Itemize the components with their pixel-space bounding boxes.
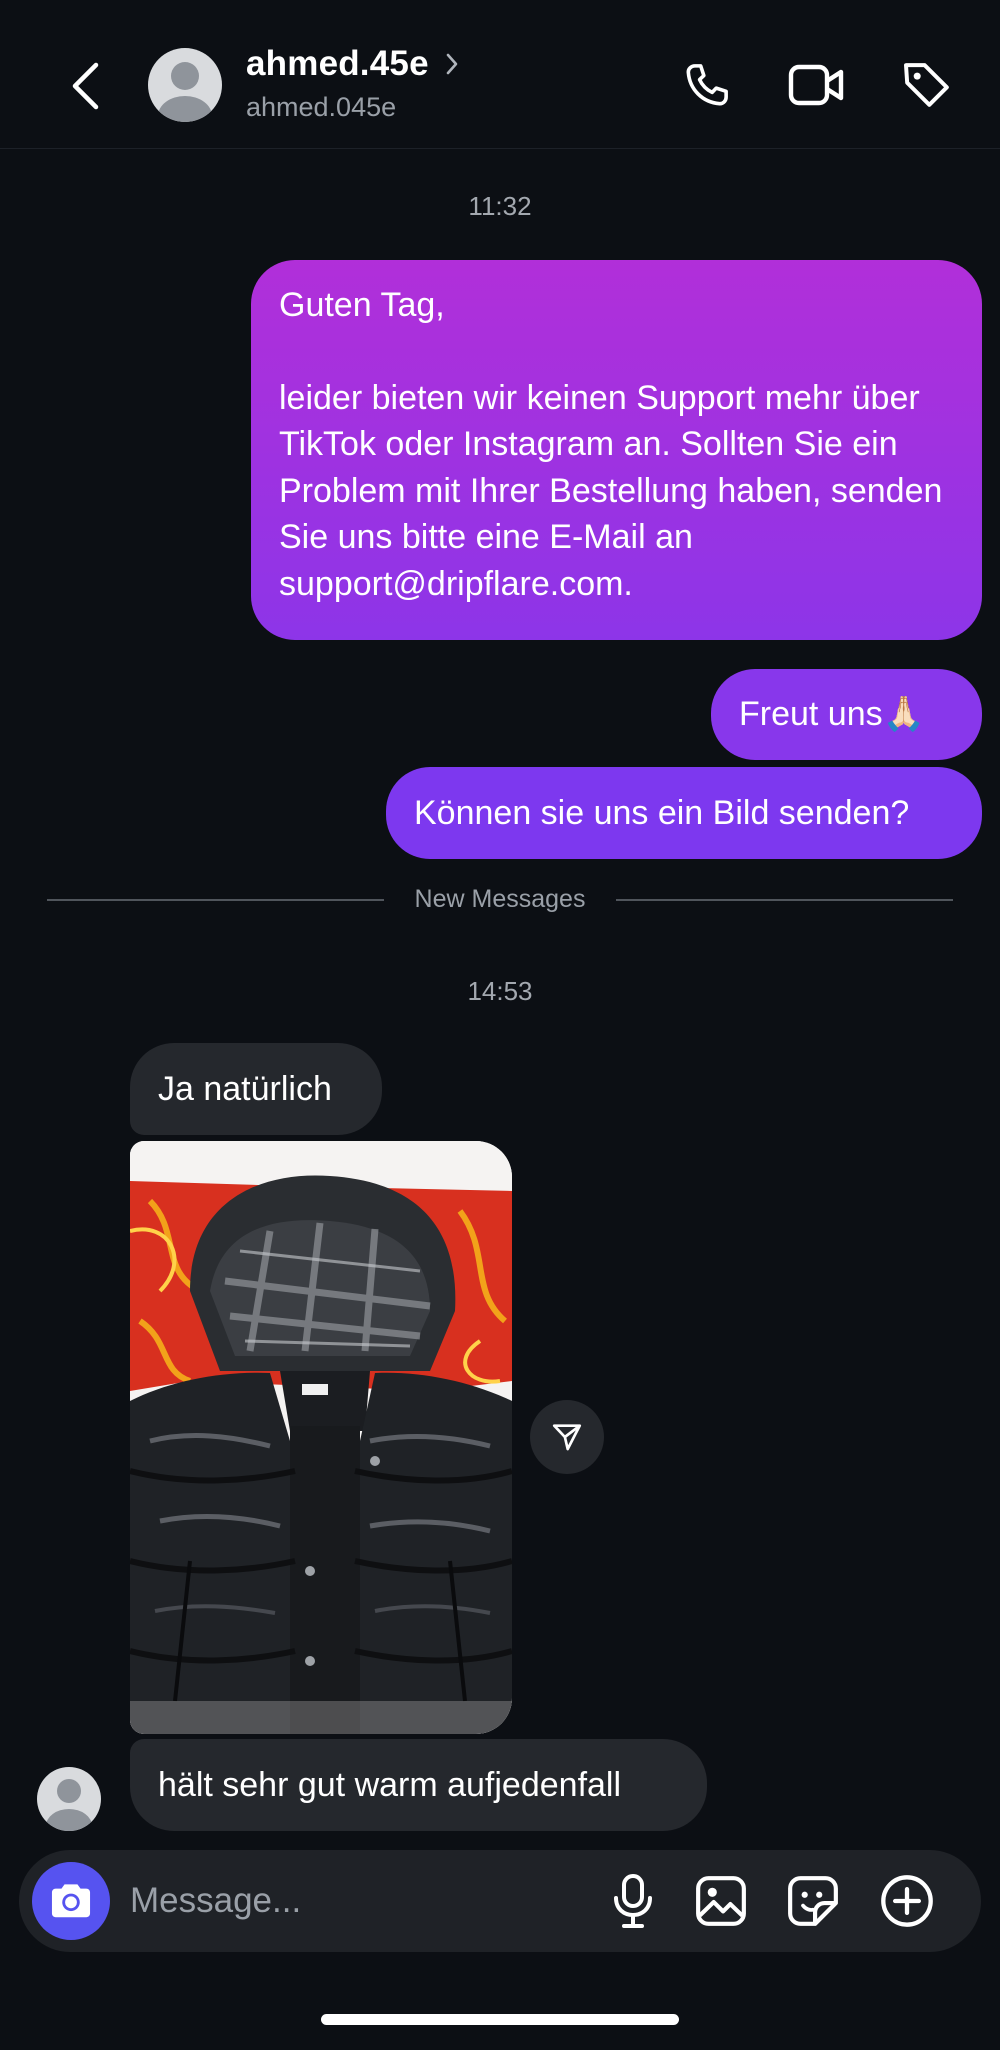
- message-text-greeting: Guten Tag,: [279, 286, 445, 324]
- more-button[interactable]: [874, 1866, 940, 1936]
- audio-call-button[interactable]: [676, 52, 738, 118]
- avatar[interactable]: [148, 48, 222, 122]
- message-text-body: leider bieten wir keinen Support mehr üb…: [279, 378, 943, 603]
- new-messages-divider-left: [47, 899, 384, 901]
- phone-icon: [686, 64, 728, 106]
- contact-name[interactable]: ahmed.45e: [246, 44, 459, 84]
- timestamp: 14:53: [467, 976, 533, 1006]
- back-button[interactable]: [58, 56, 112, 116]
- camera-button[interactable]: [32, 1862, 110, 1940]
- message-text: Freut uns🙏🏻: [739, 695, 925, 734]
- jacket-photo: [130, 1141, 512, 1734]
- sender-avatar[interactable]: [37, 1767, 101, 1831]
- sticker-icon: [788, 1876, 838, 1926]
- back-chevron-icon: [72, 62, 99, 110]
- plus-circle-icon: [881, 1875, 933, 1927]
- display-name: ahmed.45e: [246, 44, 429, 83]
- chevron-right-icon: [446, 53, 458, 75]
- home-indicator: [321, 2014, 679, 2025]
- tag-button[interactable]: [896, 52, 958, 118]
- outgoing-message[interactable]: Freut uns🙏🏻: [711, 669, 982, 760]
- microphone-icon: [614, 1874, 652, 1928]
- tag-icon: [904, 63, 949, 107]
- video-call-button[interactable]: [786, 52, 848, 118]
- sticker-button[interactable]: [780, 1866, 846, 1936]
- message-text: Können sie uns ein Bild senden?: [414, 793, 910, 832]
- photo-message[interactable]: [130, 1141, 512, 1734]
- new-messages-divider-right: [616, 899, 953, 901]
- outgoing-message[interactable]: Guten Tag, leider bieten wir keinen Supp…: [251, 260, 982, 640]
- gallery-icon: [696, 1876, 746, 1926]
- username: ahmed.045e: [246, 92, 397, 122]
- send-icon: [552, 1424, 582, 1451]
- message-input[interactable]: [130, 1870, 570, 1932]
- new-messages-label: New Messages: [414, 885, 586, 913]
- voice-message-button[interactable]: [600, 1866, 666, 1936]
- timestamp: 11:32: [468, 191, 532, 221]
- share-button[interactable]: [530, 1400, 604, 1474]
- video-camera-icon: [788, 64, 844, 106]
- outgoing-message[interactable]: Können sie uns ein Bild senden?: [386, 767, 982, 859]
- incoming-message[interactable]: hält sehr gut warm aufjedenfall: [130, 1739, 707, 1831]
- message-text: hält sehr gut warm aufjedenfall: [158, 1766, 622, 1804]
- camera-icon: [51, 1884, 91, 1918]
- incoming-message[interactable]: Ja natürlich: [130, 1043, 382, 1135]
- message-text: Ja natürlich: [158, 1070, 332, 1108]
- gallery-button[interactable]: [688, 1866, 754, 1936]
